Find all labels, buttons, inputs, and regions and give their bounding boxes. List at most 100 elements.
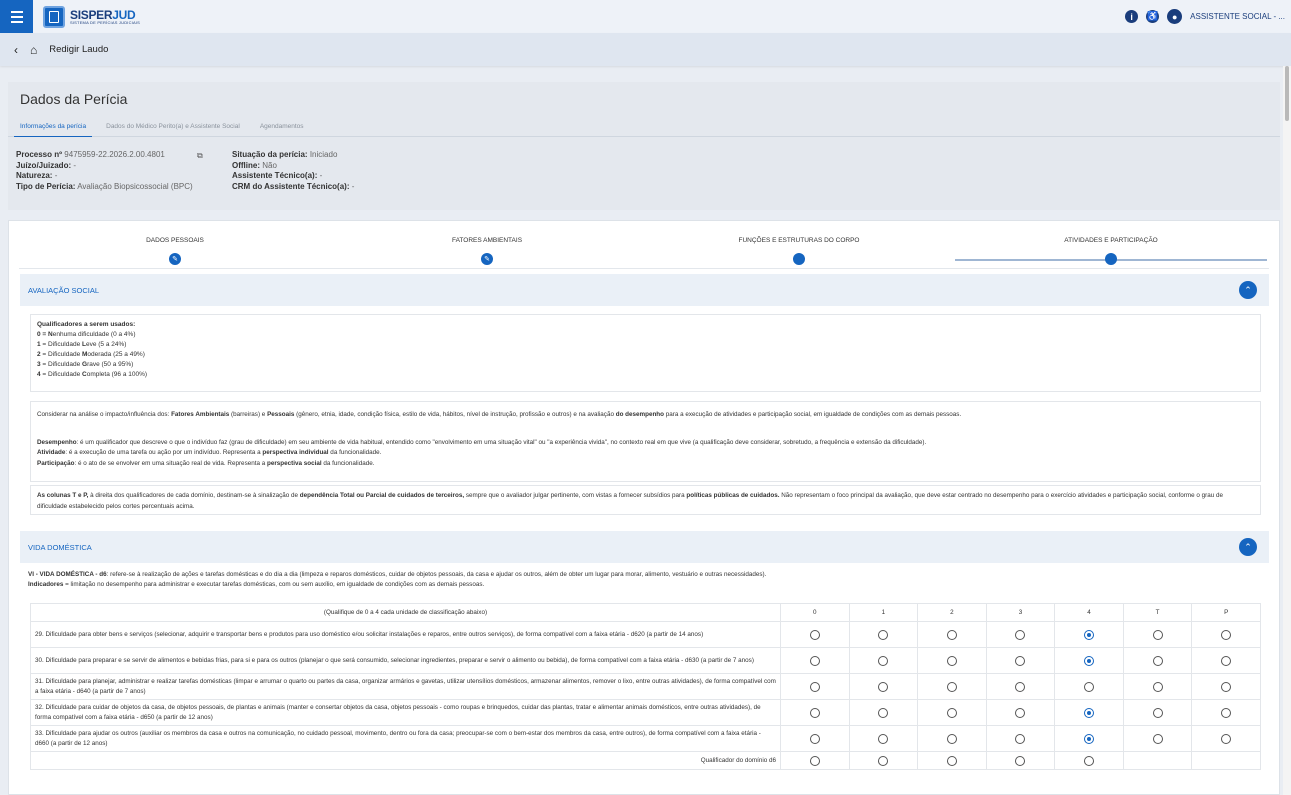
hamburger-menu-icon[interactable] bbox=[0, 0, 33, 33]
step-dot-icon[interactable] bbox=[1105, 253, 1117, 265]
radio-option-3[interactable] bbox=[1015, 629, 1026, 640]
pericia-info-left: Processo nº 9475959-22.2026.2.00.4801 Ju… bbox=[16, 150, 193, 191]
collapse-chevron-up-icon[interactable]: ⌃ bbox=[1239, 538, 1257, 556]
back-arrow-icon[interactable]: ‹ bbox=[14, 43, 18, 57]
radio-option-3[interactable] bbox=[1015, 707, 1026, 718]
radio-cell bbox=[917, 725, 987, 752]
radio-option-2[interactable] bbox=[946, 681, 957, 692]
radio-option-T[interactable] bbox=[1152, 733, 1163, 744]
logo-icon bbox=[43, 5, 65, 28]
domain-radio-option-4[interactable] bbox=[1084, 755, 1095, 766]
collapse-chevron-up-icon[interactable]: ⌃ bbox=[1239, 281, 1257, 299]
step-fatores-ambientais[interactable]: FATORES AMBIENTAIS ✎ bbox=[331, 221, 643, 269]
radio-cell bbox=[985, 725, 1056, 752]
domain-qualifier-row: Qualificador do domínio d6 bbox=[30, 751, 1261, 770]
radio-cell bbox=[848, 699, 919, 726]
step-dados-pessoais[interactable]: DADOS PESSOAIS ✎ bbox=[19, 221, 331, 269]
domain-radio-option-3[interactable] bbox=[1015, 755, 1026, 766]
radio-cell bbox=[1054, 647, 1124, 674]
radio-option-1[interactable] bbox=[878, 655, 889, 666]
radio-option-0[interactable] bbox=[809, 629, 820, 640]
edit-icon[interactable]: ✎ bbox=[481, 253, 493, 265]
form-stepper: DADOS PESSOAIS ✎ FATORES AMBIENTAIS ✎ FU… bbox=[19, 221, 1269, 269]
radio-option-4[interactable] bbox=[1084, 655, 1095, 666]
radio-cell bbox=[780, 751, 850, 770]
copy-icon[interactable]: ⧉ bbox=[197, 151, 203, 161]
laudo-form-card: DADOS PESSOAIS ✎ FATORES AMBIENTAIS ✎ FU… bbox=[8, 220, 1280, 795]
radio-option-3[interactable] bbox=[1015, 681, 1026, 692]
radio-option-T[interactable] bbox=[1152, 629, 1163, 640]
radio-cell bbox=[780, 673, 850, 700]
radio-option-2[interactable] bbox=[946, 733, 957, 744]
radio-option-4[interactable] bbox=[1084, 733, 1095, 744]
section-avaliacao-social[interactable]: AVALIAÇÃO SOCIAL ⌃ bbox=[20, 274, 1269, 306]
info-icon[interactable]: i bbox=[1125, 10, 1139, 23]
radio-cell bbox=[917, 647, 987, 674]
user-avatar-icon[interactable]: ● bbox=[1167, 9, 1183, 24]
accessibility-icon[interactable]: ♿ bbox=[1146, 10, 1160, 23]
radio-option-1[interactable] bbox=[878, 733, 889, 744]
top-bar: SISPERJUD SISTEMA DE PERÍCIAS JUDICIAIS … bbox=[0, 0, 1291, 33]
radio-cell bbox=[1191, 647, 1261, 674]
page-title: Redigir Laudo bbox=[49, 44, 109, 55]
radio-option-1[interactable] bbox=[878, 681, 889, 692]
scrollbar-thumb[interactable] bbox=[1285, 66, 1289, 121]
radio-option-T[interactable] bbox=[1152, 707, 1163, 718]
edit-icon[interactable]: ✎ bbox=[169, 253, 181, 265]
domain-radio-option-2[interactable] bbox=[946, 755, 957, 766]
radio-cell bbox=[1122, 673, 1193, 700]
domain-radio-option-0[interactable] bbox=[809, 755, 820, 766]
radio-cell bbox=[780, 621, 850, 648]
radio-cell bbox=[1054, 621, 1124, 648]
radio-option-2[interactable] bbox=[946, 655, 957, 666]
step-funcoes-estruturas[interactable]: FUNÇÕES E ESTRUTURAS DO CORPO bbox=[643, 221, 955, 269]
radio-option-P[interactable] bbox=[1221, 629, 1232, 640]
app-logo[interactable]: SISPERJUD SISTEMA DE PERÍCIAS JUDICIAIS bbox=[43, 5, 141, 28]
radio-option-2[interactable] bbox=[946, 629, 957, 640]
page-scrollbar[interactable] bbox=[1283, 66, 1291, 795]
radio-cell bbox=[1054, 699, 1124, 726]
radio-option-4[interactable] bbox=[1084, 707, 1095, 718]
radio-option-2[interactable] bbox=[946, 707, 957, 718]
pericia-info-right: Situação da perícia: Iniciado Offline: N… bbox=[232, 150, 355, 191]
radio-option-0[interactable] bbox=[809, 733, 820, 744]
qualificadores-box: Qualificadores a serem usados: 0 = Nenhu… bbox=[30, 314, 1261, 392]
step-dot-icon[interactable] bbox=[793, 253, 805, 265]
radio-option-1[interactable] bbox=[878, 707, 889, 718]
radio-option-P[interactable] bbox=[1221, 655, 1232, 666]
radio-cell bbox=[1054, 725, 1124, 752]
radio-cell bbox=[1054, 751, 1124, 770]
domain-radio-option-1[interactable] bbox=[878, 755, 889, 766]
radio-cell bbox=[1191, 621, 1261, 648]
radio-cell bbox=[917, 621, 987, 648]
radio-option-P[interactable] bbox=[1221, 681, 1232, 692]
radio-option-T[interactable] bbox=[1152, 655, 1163, 666]
logo-subtitle: SISTEMA DE PERÍCIAS JUDICIAIS bbox=[70, 19, 141, 25]
radio-cell bbox=[1122, 725, 1193, 752]
home-icon[interactable]: ⌂ bbox=[30, 43, 37, 57]
tab-informacoes-pericia[interactable]: Informações da perícia bbox=[14, 117, 93, 137]
radio-option-3[interactable] bbox=[1015, 733, 1026, 744]
radio-option-0[interactable] bbox=[809, 655, 820, 666]
domain-qualifier-label: Qualificador do domínio d6 bbox=[30, 751, 781, 770]
radio-cell bbox=[1191, 725, 1261, 752]
question-text: 29. Dificuldade para obter bens e serviç… bbox=[30, 621, 781, 648]
radio-option-P[interactable] bbox=[1221, 733, 1232, 744]
tab-dados-medico[interactable]: Dados do Médico Perito(a) e Assistente S… bbox=[100, 117, 246, 137]
section-vida-domestica[interactable]: VIDA DOMÉSTICA ⌃ bbox=[20, 531, 1269, 563]
radio-option-1[interactable] bbox=[878, 629, 889, 640]
user-name[interactable]: ASSISTENTE SOCIAL - ... bbox=[1190, 12, 1285, 21]
radio-cell bbox=[985, 673, 1056, 700]
radio-cell bbox=[1122, 699, 1193, 726]
step-atividades-participacao[interactable]: ATIVIDADES E PARTICIPAÇÃO bbox=[955, 221, 1267, 269]
radio-option-T[interactable] bbox=[1152, 681, 1163, 692]
radio-cell bbox=[985, 751, 1056, 770]
radio-option-4[interactable] bbox=[1084, 681, 1095, 692]
radio-option-P[interactable] bbox=[1221, 707, 1232, 718]
radio-option-3[interactable] bbox=[1015, 655, 1026, 666]
radio-option-4[interactable] bbox=[1084, 629, 1095, 640]
radio-cell bbox=[1191, 673, 1261, 700]
tab-agendamentos[interactable]: Agendamentos bbox=[254, 117, 310, 137]
radio-option-0[interactable] bbox=[809, 707, 820, 718]
radio-option-0[interactable] bbox=[809, 681, 820, 692]
